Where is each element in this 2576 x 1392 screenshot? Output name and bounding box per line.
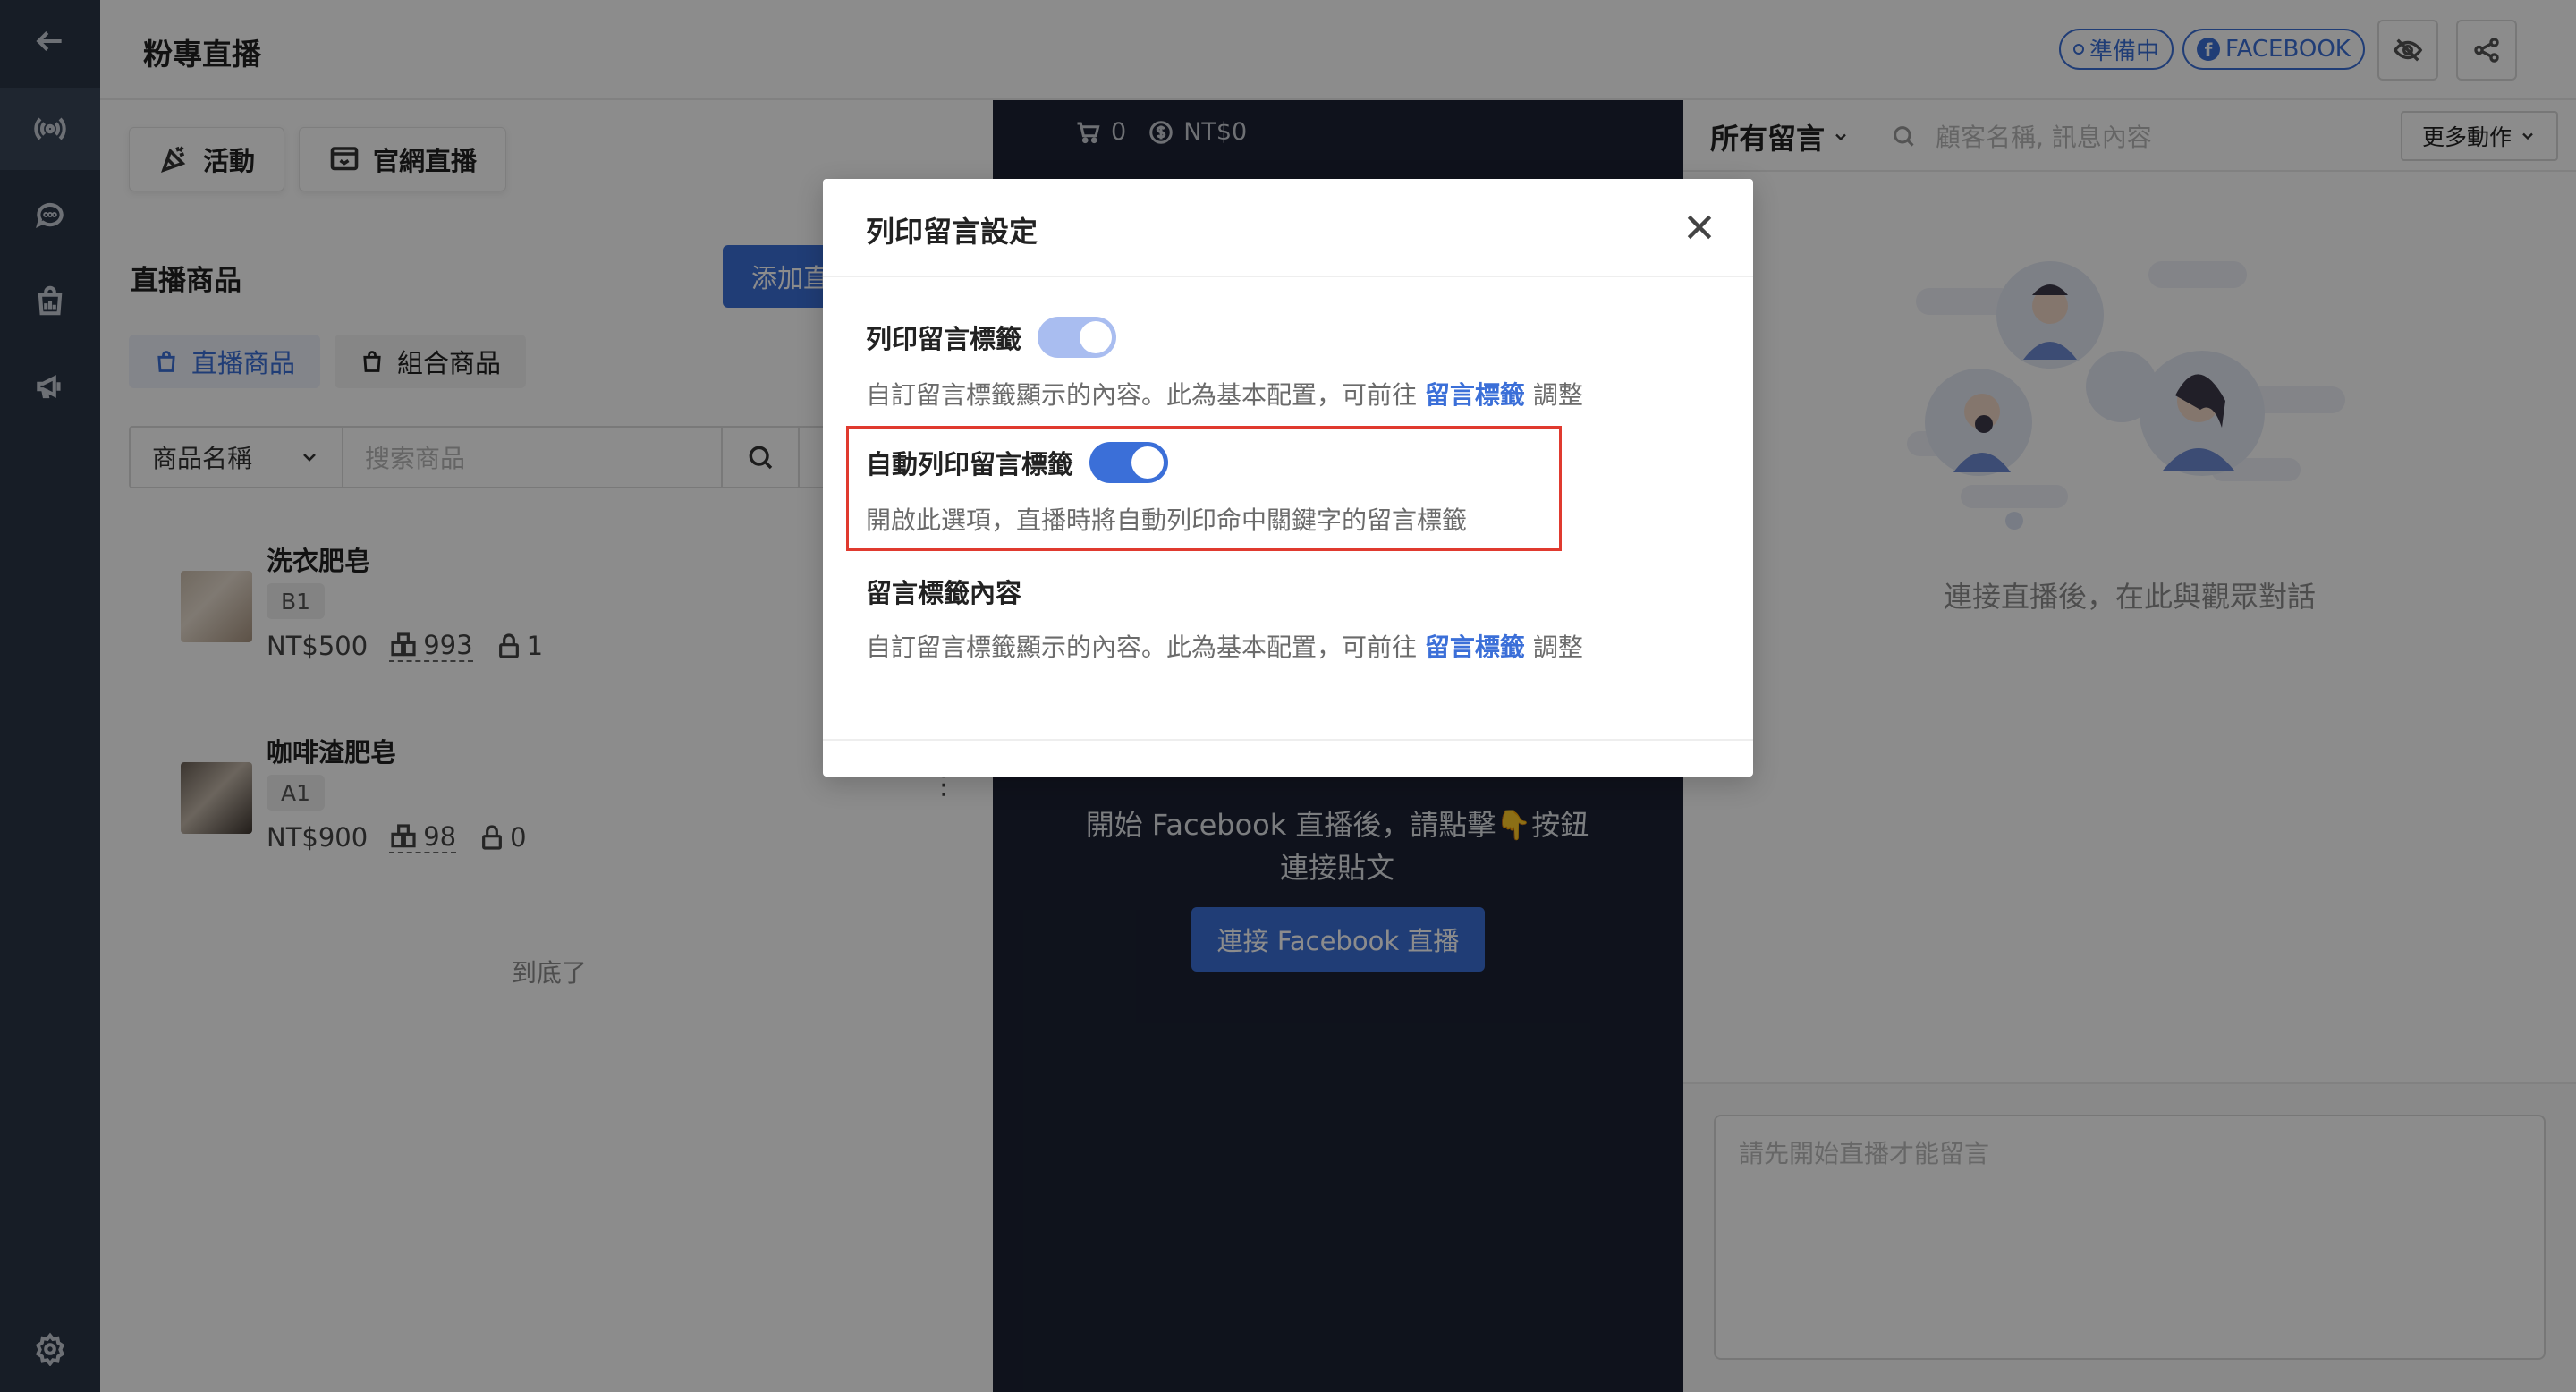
setting-label: 列印留言標籤 [866,324,1022,354]
comment-label-link[interactable]: 留言標籤 [1425,632,1525,662]
setting-auto-print: 自動列印留言標籤 開啟此選項，直播時將自動列印命中關鍵字的留言標籤 [866,442,1671,537]
modal-title: 列印留言設定 [866,215,1038,249]
setting-label-content: 留言標籤內容 自訂留言標籤顯示的內容。此為基本配置，可前往 留言標籤 調整 [866,573,1671,664]
desc-text: 自訂留言標籤顯示的內容。此為基本配置，可前往 [866,632,1425,662]
setting-description: 開啟此選項，直播時將自動列印命中關鍵字的留言標籤 [866,505,1468,535]
setting-label: 留言標籤內容 [866,578,1022,608]
comment-label-link[interactable]: 留言標籤 [1425,380,1525,410]
print-comment-settings-modal: 列印留言設定 列印留言標籤 自訂留言標籤顯示的內容。此為基本配置，可前往 留言標… [823,179,1753,777]
auto-print-toggle[interactable] [1089,442,1169,483]
setting-description: 自訂留言標籤顯示的內容。此為基本配置，可前往 留言標籤 調整 [866,628,1671,664]
print-label-toggle[interactable] [1038,317,1117,358]
app-root: 粉專直播 準備中 f FACEBOOK 活動 官網直播 直播商品 添加直播商品 [0,0,2576,1392]
close-button[interactable] [1682,209,1717,245]
modal-header: 列印留言設定 [823,179,1753,277]
desc-text: 自訂留言標籤顯示的內容。此為基本配置，可前往 [866,380,1425,410]
setting-description: 自訂留言標籤顯示的內容。此為基本配置，可前往 留言標籤 調整 [866,376,1671,412]
setting-print-label: 列印留言標籤 自訂留言標籤顯示的內容。此為基本配置，可前往 留言標籤 調整 [866,317,1671,412]
desc-text: 調整 [1524,380,1583,410]
modal-footer-divider [823,739,1753,741]
setting-label: 自動列印留言標籤 [866,449,1074,480]
close-icon [1687,215,1712,240]
desc-text: 調整 [1524,632,1583,662]
